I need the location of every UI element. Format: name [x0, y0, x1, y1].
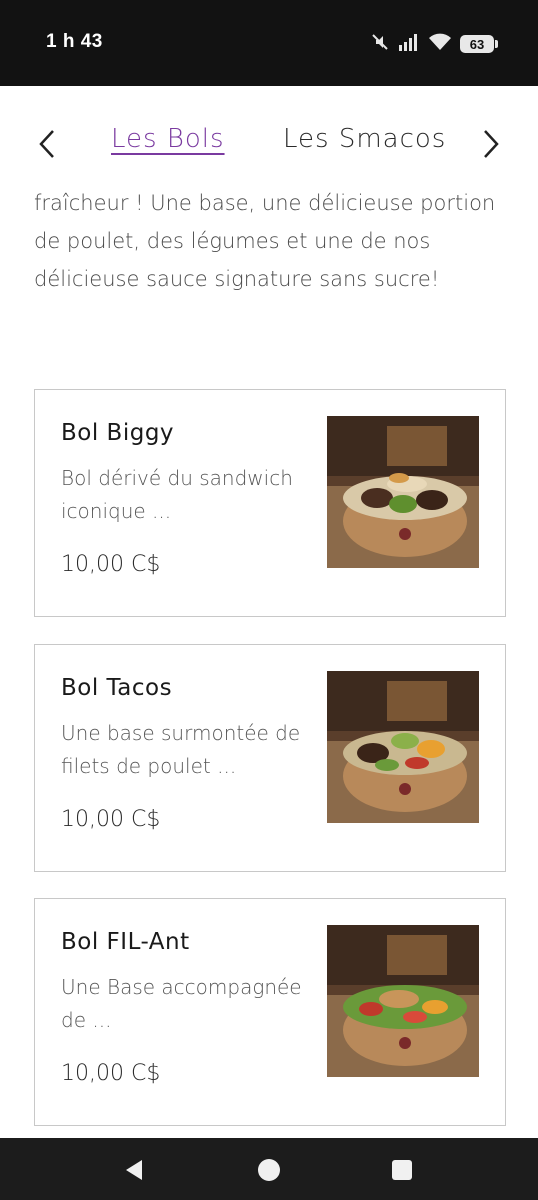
category-description: fraîcheur ! Une base, une délicieuse por…	[34, 191, 496, 291]
menu-item-title: Bol FIL-Ant	[61, 929, 190, 955]
wifi-icon	[428, 33, 452, 55]
system-nav-bar	[0, 1138, 538, 1200]
menu-item-description: Bol dérivé du sandwich iconique ...	[61, 466, 293, 523]
menu-item-card[interactable]: Bol Biggy Bol dérivé du sandwich iconiqu…	[34, 389, 506, 617]
status-time: 1 h 43	[46, 31, 103, 52]
chevron-right-icon[interactable]	[476, 126, 506, 162]
tab-les-smacos[interactable]: Les Smacos	[283, 124, 446, 154]
menu-item-card[interactable]: Bol Tacos Une base surmontée de filets d…	[34, 644, 506, 872]
bowl-photo	[327, 416, 479, 568]
category-tab-bar: Les Bols Les Smacos	[0, 86, 538, 196]
bowl-photo	[327, 671, 479, 823]
menu-item-card[interactable]: Bol FIL-Ant Une Base accompagnée de ... …	[34, 898, 506, 1126]
home-icon[interactable]	[255, 1156, 283, 1184]
menu-item-title: Bol Biggy	[61, 420, 175, 446]
mute-icon	[370, 32, 390, 56]
recents-icon[interactable]	[388, 1156, 416, 1184]
tab-les-bols[interactable]: Les Bols	[111, 124, 225, 154]
status-bar: 1 h 43 63	[0, 0, 538, 86]
chevron-left-icon[interactable]	[32, 126, 62, 162]
signal-icon	[398, 33, 420, 55]
menu-item-description: Une Base accompagnée de ...	[61, 975, 302, 1032]
back-icon[interactable]	[120, 1156, 148, 1184]
menu-item-price: 10,00 C$	[61, 807, 161, 832]
menu-item-title: Bol Tacos	[61, 675, 173, 701]
battery-indicator: 63	[460, 35, 498, 53]
menu-item-price: 10,00 C$	[61, 552, 161, 577]
bowl-photo	[327, 925, 479, 1077]
menu-item-description: Une base surmontée de filets de poulet .…	[61, 721, 301, 778]
status-icons: 63	[370, 32, 498, 56]
menu-item-price: 10,00 C$	[61, 1061, 161, 1086]
